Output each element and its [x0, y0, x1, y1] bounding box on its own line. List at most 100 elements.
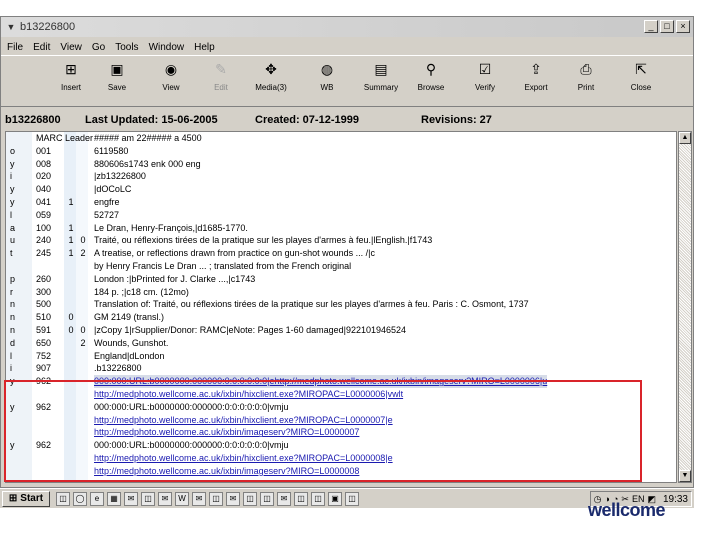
toolbar-save-button[interactable]: ▣ Save — [92, 58, 142, 93]
marc-field-row[interactable]: t 245 1 2 A treatise, or reflections drawn f… — [6, 247, 676, 260]
field-tag: 059 — [36, 209, 52, 220]
menu-help[interactable]: Help — [194, 42, 215, 53]
field-text: Wounds, Gunshot. — [94, 337, 169, 348]
field-label: u — [10, 235, 16, 246]
taskbar-app-icon[interactable]: e — [90, 491, 104, 506]
taskbar-app-icon[interactable]: ◫ — [294, 491, 308, 506]
marc-field-row[interactable]: d 650 2 Wounds, Gunshot. — [6, 337, 676, 350]
indicator-1: 1 — [68, 222, 74, 233]
toolbar-view-button[interactable]: ◉ View — [146, 58, 196, 93]
taskbar-app-icon[interactable]: ✉ — [158, 491, 172, 506]
taskbar-app-icon[interactable]: ✉ — [124, 491, 138, 506]
indicator-1: 1 — [68, 248, 74, 259]
marc-field-row[interactable]: by Henry Francis Le Dran ... ; translate… — [6, 260, 676, 273]
taskbar-app-icon[interactable]: ▣ — [328, 491, 342, 506]
view-icon: ◉ — [164, 60, 178, 77]
taskbar-app-icon[interactable]: ▦ — [107, 491, 121, 506]
menu-edit[interactable]: Edit — [33, 42, 50, 53]
toolbar-wb-button[interactable]: ◍ WB — [302, 58, 352, 93]
toolbar-summary-button[interactable]: ▤ Summary — [356, 58, 406, 93]
menu-tools[interactable]: Tools — [115, 42, 138, 53]
marc-field-row[interactable]: y 041 1 engfre — [6, 196, 676, 209]
field-text: |dOCoLC — [94, 184, 132, 195]
menu-file[interactable]: File — [7, 42, 23, 53]
taskbar-app-icon[interactable]: ◫ — [311, 491, 325, 506]
taskbar-app-icon[interactable]: ◫ — [141, 491, 155, 506]
title-bar[interactable]: ▼ b13226800 _ □ × — [1, 17, 693, 37]
toolbar-insert-button[interactable]: ⊞ Insert — [46, 58, 96, 93]
clock: 19:33 — [662, 493, 688, 505]
taskbar-app-icon[interactable]: ✉ — [226, 491, 240, 506]
field-text: 6119580 — [94, 145, 129, 156]
toolbar-export-button[interactable]: ⇪ Export — [511, 58, 561, 93]
marc-field-row[interactable]: n 500 Translation of: Traité, ou réflexion… — [6, 298, 676, 311]
edit-icon: ✎ — [215, 60, 227, 77]
toolbar-print-button[interactable]: ⎙ Print — [561, 58, 611, 93]
close-window-button[interactable]: × — [676, 20, 690, 33]
marc-field-row[interactable]: o 001 6119580 — [6, 145, 676, 158]
marc-field-row[interactable]: n 510 0 GM 2149 (transl.) — [6, 311, 676, 324]
taskbar-app-icon[interactable]: ✉ — [192, 491, 206, 506]
menu-window[interactable]: Window — [149, 42, 185, 53]
field-tag: MARC Leader — [36, 133, 94, 143]
marc-field-row[interactable]: y 040 |dOCoLC — [6, 183, 676, 196]
marc-field-row[interactable]: p 260 London :|bPrinted for J. Clarke ...,… — [6, 273, 676, 286]
taskbar-app-icon[interactable]: ◫ — [260, 491, 274, 506]
marc-field-row[interactable]: MARC Leader ##### am 22##### a 4500 — [6, 132, 676, 145]
toolbar-close-button[interactable]: ⇱ Close — [616, 58, 666, 93]
insert-icon: ⊞ — [65, 60, 77, 77]
taskbar-app-icon[interactable]: ◫ — [345, 491, 359, 506]
taskbar-app-icon[interactable]: ✉ — [277, 491, 291, 506]
toolbar-verify-button[interactable]: ☑ Verify — [460, 58, 510, 93]
field-text: Translation of: Traité, ou réflexions ti… — [94, 299, 529, 310]
scroll-up-button[interactable]: ▲ — [679, 132, 691, 144]
last-updated: Last Updated: 15-06-2005 — [85, 114, 218, 126]
field-text: |zb13226800 — [94, 171, 146, 182]
toolbar-media-3-button[interactable]: ✥ Media(3) — [246, 58, 296, 93]
field-tag: 020 — [36, 171, 52, 182]
marc-field-row[interactable]: i 020 |zb13226800 — [6, 170, 676, 183]
window-title: b13226800 — [20, 21, 76, 33]
marc-field-row[interactable]: l 059 52727 — [6, 209, 676, 222]
field-tag: 040 — [36, 184, 52, 195]
field-tag: 041 — [36, 196, 52, 207]
toolbar-label: Save — [107, 83, 127, 92]
toolbar-label: Media(3) — [255, 83, 287, 92]
menu-view[interactable]: View — [60, 42, 82, 53]
taskbar-app-icon[interactable]: ◫ — [209, 491, 223, 506]
marc-field-row[interactable]: i 907 .b13226800 — [6, 362, 676, 375]
toolbar-browse-button[interactable]: ⚲ Browse — [406, 58, 456, 93]
minimize-button[interactable]: _ — [644, 20, 658, 33]
field-tag: 591 — [36, 324, 52, 335]
marc-field-row[interactable]: n 591 0 0 |zCopy 1|rSupplier/Donor: RAMC|eNo… — [6, 324, 676, 337]
field-tag: 245 — [36, 248, 52, 259]
record-id: b13226800 — [5, 114, 61, 126]
marc-field-row[interactable]: a 100 1 Le Dran, Henry-François,|d1685-1770… — [6, 222, 676, 235]
marc-field-row[interactable]: u 240 1 0 Traité, ou réflexions tirées de la… — [6, 234, 676, 247]
marc-field-row[interactable]: l 752 England|dLondon — [6, 350, 676, 363]
indicator-2: 0 — [80, 324, 86, 335]
field-tag: 300 — [36, 286, 52, 297]
menu-go[interactable]: Go — [92, 42, 105, 53]
field-label: r — [10, 286, 13, 297]
taskbar-app-icon[interactable]: ◫ — [56, 491, 70, 506]
taskbar-app-icon[interactable]: ◯ — [73, 491, 87, 506]
toolbar-label: Browse — [417, 83, 445, 92]
field-text: 52727 — [94, 209, 120, 220]
revisions-count: Revisions: 27 — [421, 114, 492, 126]
taskbar-app-icon[interactable]: W — [175, 491, 189, 506]
toolbar-label: Close — [630, 83, 652, 92]
maximize-button[interactable]: □ — [660, 20, 674, 33]
field-label: i — [10, 363, 12, 374]
field-label: y — [10, 196, 15, 207]
verify-icon: ☑ — [478, 60, 492, 77]
marc-field-row[interactable]: y 008 880606s1743 enk 000 eng — [6, 158, 676, 171]
scroll-down-button[interactable]: ▼ — [679, 470, 691, 482]
field-text: A treatise, or reflections drawn from pr… — [94, 248, 375, 259]
field-tag: 240 — [36, 235, 52, 246]
vertical-scrollbar[interactable]: ▲ ▼ — [678, 131, 692, 483]
taskbar-app-icon[interactable]: ◫ — [243, 491, 257, 506]
field-label: o — [10, 145, 16, 156]
marc-field-row[interactable]: r 300 184 p. ;|c18 cm. (12mo) — [6, 286, 676, 299]
start-button[interactable]: ⊞ Start — [2, 490, 50, 507]
